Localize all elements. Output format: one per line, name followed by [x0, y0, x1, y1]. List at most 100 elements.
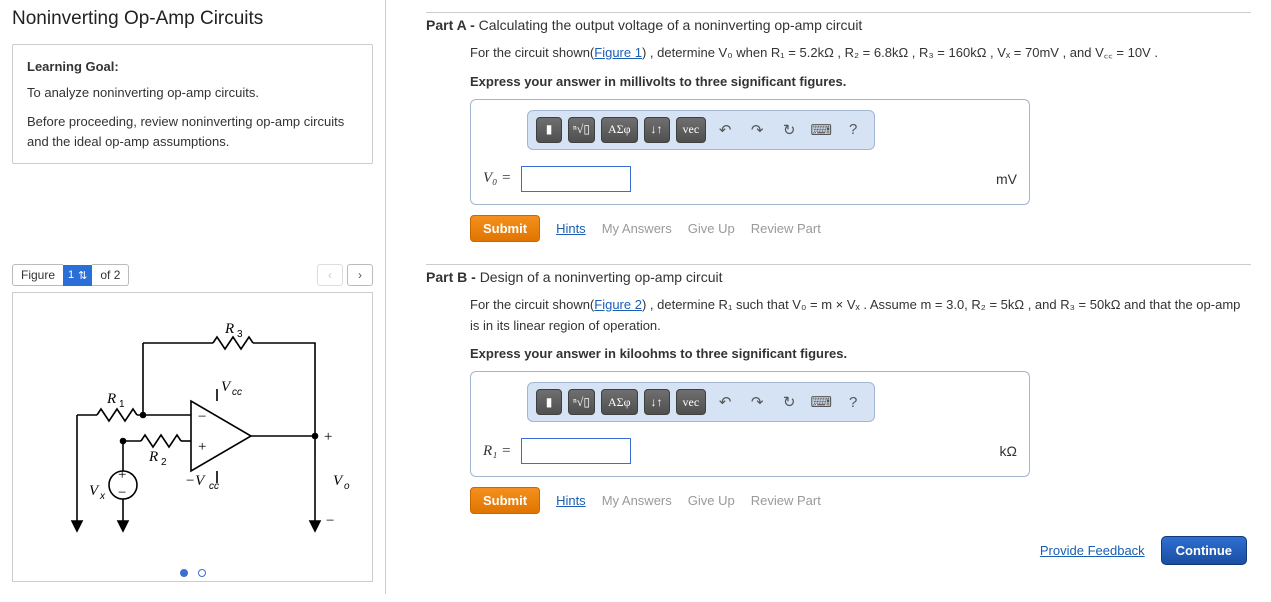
part-b-instruction: Express your answer in kiloohms to three… — [470, 346, 1251, 361]
circuit-diagram: − + + − — [13, 293, 373, 573]
figure-dot-1[interactable] — [180, 569, 188, 577]
svg-text:cc: cc — [209, 481, 219, 492]
svg-text:+: + — [197, 439, 207, 455]
learning-goal-note: Before proceeding, review noninverting o… — [27, 112, 358, 151]
svg-text:1: 1 — [119, 399, 125, 410]
chevron-right-icon: › — [358, 268, 362, 282]
give-up-link[interactable]: Give Up — [688, 221, 735, 236]
part-b-var-label: R₁ = — [483, 443, 511, 460]
part-b-answer-input[interactable] — [521, 438, 631, 464]
keyboard-icon[interactable]: ⌨ — [808, 117, 834, 143]
svg-text:o: o — [344, 481, 350, 492]
part-b-header: Part B - Design of a noninverting op-amp… — [426, 269, 1251, 285]
part-b-submit-button[interactable]: Submit — [470, 487, 540, 514]
part-b-unit: kΩ — [1000, 443, 1017, 459]
part-a-actions: Submit Hints My Answers Give Up Review P… — [470, 215, 1251, 242]
part-a-label: Part A - — [426, 17, 479, 33]
continue-button[interactable]: Continue — [1161, 536, 1247, 565]
template-button[interactable]: ▮ — [536, 117, 562, 143]
figure-pagination-dots — [180, 569, 206, 577]
part-a-submit-button[interactable]: Submit — [470, 215, 540, 242]
my-answers-link[interactable]: My Answers — [602, 221, 672, 236]
template-button[interactable]: ▮ — [536, 389, 562, 415]
reset-icon[interactable]: ↻ — [776, 389, 802, 415]
part-a-equation-row: V₀ = mV — [483, 166, 1017, 192]
sqrt-button[interactable]: ⁿ√▯ — [568, 389, 595, 415]
part-a-var-label: V₀ = — [483, 170, 511, 187]
greek-button[interactable]: ΑΣφ — [601, 389, 638, 415]
footer-row: Provide Feedback Continue — [426, 536, 1247, 565]
svg-text:−: − — [117, 485, 127, 501]
chevron-left-icon: ‹ — [328, 268, 332, 282]
svg-text:V: V — [221, 379, 232, 395]
arrows-button[interactable]: ↓↑ — [644, 389, 670, 415]
part-b-equation-row: R₁ = kΩ — [483, 438, 1017, 464]
part-b-label: Part B - — [426, 269, 480, 285]
svg-text:+: + — [117, 467, 127, 483]
svg-text:R: R — [106, 391, 116, 407]
reset-icon[interactable]: ↻ — [776, 117, 802, 143]
part-b-title: Design of a noninverting op-amp circuit — [480, 269, 723, 285]
svg-text:−V: −V — [185, 473, 206, 489]
svg-text:3: 3 — [237, 329, 243, 340]
keyboard-icon[interactable]: ⌨ — [808, 389, 834, 415]
svg-text:cc: cc — [232, 387, 242, 398]
give-up-link[interactable]: Give Up — [688, 493, 735, 508]
figure-number-select[interactable]: 1 ⇅ — [63, 265, 92, 286]
learning-goal-heading: Learning Goal: — [27, 57, 358, 77]
figure-canvas: − + + − — [12, 292, 373, 582]
greek-button[interactable]: ΑΣφ — [601, 117, 638, 143]
undo-icon[interactable]: ↶ — [712, 117, 738, 143]
figure-total: of 2 — [92, 264, 129, 286]
figure-1-link[interactable]: Figure 1 — [594, 45, 642, 60]
hints-link[interactable]: Hints — [556, 221, 586, 236]
part-a-body: For the circuit shown(Figure 1) , determ… — [470, 43, 1251, 64]
svg-text:R: R — [224, 321, 234, 337]
arrows-button[interactable]: ↓↑ — [644, 117, 670, 143]
help-icon[interactable]: ? — [840, 117, 866, 143]
learning-goal-box: Learning Goal: To analyze noninverting o… — [12, 44, 373, 164]
figure-current-value: 1 — [68, 269, 74, 281]
part-a-header: Part A - Calculating the output voltage … — [426, 17, 1251, 33]
part-a-unit: mV — [996, 171, 1017, 187]
learning-goal-text: To analyze noninverting op-amp circuits. — [27, 83, 358, 103]
undo-icon[interactable]: ↶ — [712, 389, 738, 415]
figure-label: Figure — [12, 264, 63, 286]
svg-text:R: R — [148, 449, 158, 465]
part-a-toolbar: ▮ ⁿ√▯ ΑΣφ ↓↑ vec ↶ ↷ ↻ ⌨ ? — [527, 110, 875, 150]
svg-text:2: 2 — [161, 457, 167, 468]
figure-prev-button[interactable]: ‹ — [317, 264, 343, 286]
svg-text:−: − — [197, 409, 207, 425]
redo-icon[interactable]: ↷ — [744, 389, 770, 415]
help-icon[interactable]: ? — [840, 389, 866, 415]
part-a-answer-box: ▮ ⁿ√▯ ΑΣφ ↓↑ vec ↶ ↷ ↻ ⌨ ? V₀ = mV — [470, 99, 1030, 205]
chevron-updown-icon: ⇅ — [78, 269, 87, 282]
my-answers-link[interactable]: My Answers — [602, 493, 672, 508]
part-b-answer-box: ▮ ⁿ√▯ ΑΣφ ↓↑ vec ↶ ↷ ↻ ⌨ ? R₁ = kΩ — [470, 371, 1030, 477]
part-a-instruction: Express your answer in millivolts to thr… — [470, 74, 1251, 89]
left-panel: Noninverting Op-Amp Circuits Learning Go… — [0, 0, 386, 594]
review-part-link[interactable]: Review Part — [751, 493, 821, 508]
part-b-actions: Submit Hints My Answers Give Up Review P… — [470, 487, 1251, 514]
svg-text:V: V — [333, 473, 344, 489]
part-a-answer-input[interactable] — [521, 166, 631, 192]
review-part-link[interactable]: Review Part — [751, 221, 821, 236]
part-a-title: Calculating the output voltage of a noni… — [479, 17, 863, 33]
figure-dot-2[interactable] — [198, 569, 206, 577]
figure-2-link[interactable]: Figure 2 — [594, 297, 642, 312]
figure-selector-bar: Figure 1 ⇅ of 2 ‹ › — [12, 264, 373, 286]
svg-text:x: x — [99, 491, 106, 502]
vec-button[interactable]: vec — [676, 117, 707, 143]
vec-button[interactable]: vec — [676, 389, 707, 415]
redo-icon[interactable]: ↷ — [744, 117, 770, 143]
part-b-toolbar: ▮ ⁿ√▯ ΑΣφ ↓↑ vec ↶ ↷ ↻ ⌨ ? — [527, 382, 875, 422]
main-content: Part A - Calculating the output voltage … — [386, 0, 1271, 594]
svg-text:V: V — [89, 483, 100, 499]
svg-text:−: − — [325, 513, 335, 529]
page-title: Noninverting Op-Amp Circuits — [12, 8, 373, 30]
hints-link[interactable]: Hints — [556, 493, 586, 508]
provide-feedback-link[interactable]: Provide Feedback — [1040, 543, 1145, 558]
sqrt-button[interactable]: ⁿ√▯ — [568, 117, 595, 143]
figure-next-button[interactable]: › — [347, 264, 373, 286]
svg-text:+: + — [323, 429, 333, 445]
